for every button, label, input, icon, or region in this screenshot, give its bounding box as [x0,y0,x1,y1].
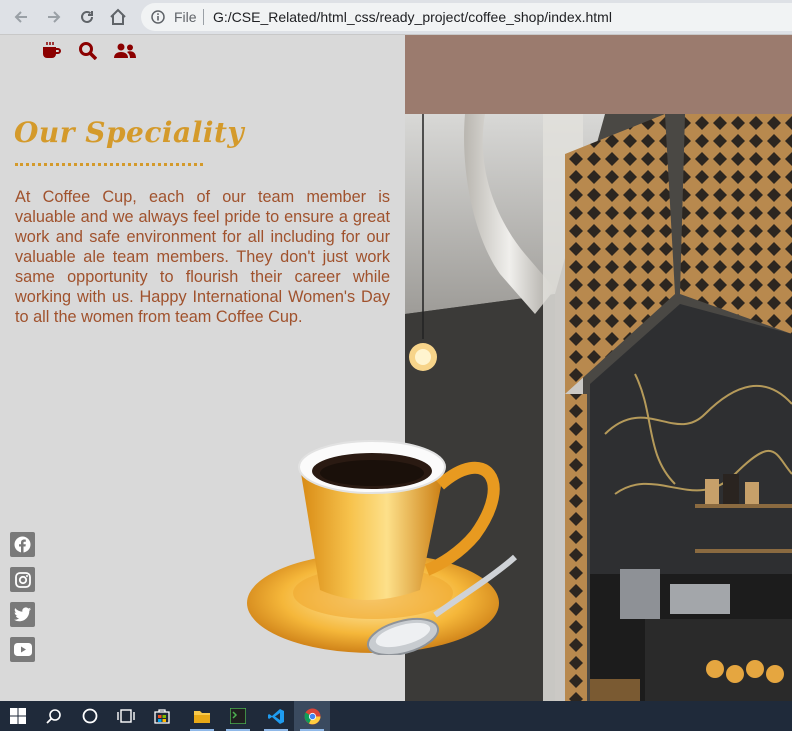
nav-icons [40,42,136,60]
instagram-link[interactable] [10,567,35,592]
twitter-link[interactable] [10,602,35,627]
section-paragraph: At Coffee Cup, each of our team member i… [15,188,390,326]
cortana-icon [82,708,98,724]
windows-start-button[interactable] [0,701,36,731]
arrow-right-icon [48,11,61,23]
terminal-icon [230,708,246,724]
section-title: Our Speciality [14,116,245,149]
vscode-button[interactable] [258,701,294,731]
reload-button[interactable] [76,6,98,28]
facebook-link[interactable] [10,532,35,557]
home-button[interactable] [107,6,129,28]
arrow-left-icon [14,11,27,23]
forward-button[interactable] [43,6,65,28]
facebook-icon [14,536,31,553]
info-icon[interactable] [151,10,165,24]
file-label: File [174,9,197,25]
users-icon[interactable] [114,42,136,60]
windows-start-icon [10,708,26,724]
taskbar [0,701,792,731]
reload-icon [81,10,93,23]
store-button[interactable] [144,701,180,731]
youtube-icon [13,643,32,656]
coffee-icon[interactable] [40,42,62,60]
terminal-button[interactable] [220,701,256,731]
page: Our Speciality At Coffee Cup, each of ou… [0,35,792,701]
search-icon [46,709,61,724]
address-bar[interactable]: File G:/CSE_Related/html_css/ready_proje… [141,3,792,31]
chrome-icon [304,708,320,724]
taskbar-search-button[interactable] [36,701,72,731]
file-explorer-icon [194,711,210,723]
hero-top-band [405,35,792,114]
title-underline [15,163,203,166]
cortana-button[interactable] [72,701,108,731]
instagram-icon [14,571,31,588]
vscode-icon [267,708,284,724]
file-explorer-button[interactable] [184,701,220,731]
omnibox-divider [203,9,204,25]
search-icon[interactable] [77,42,99,60]
coffee-cup-image [247,440,518,655]
twitter-icon [14,607,31,622]
home-icon [110,8,126,25]
browser-toolbar: File G:/CSE_Related/html_css/ready_proje… [0,0,792,35]
back-button[interactable] [10,6,32,28]
task-view-button[interactable] [108,701,144,731]
youtube-link[interactable] [10,637,35,662]
url-text[interactable]: G:/CSE_Related/html_css/ready_project/co… [213,9,612,25]
task-view-icon [117,709,135,723]
store-icon [154,709,170,724]
chrome-button[interactable] [294,701,330,731]
